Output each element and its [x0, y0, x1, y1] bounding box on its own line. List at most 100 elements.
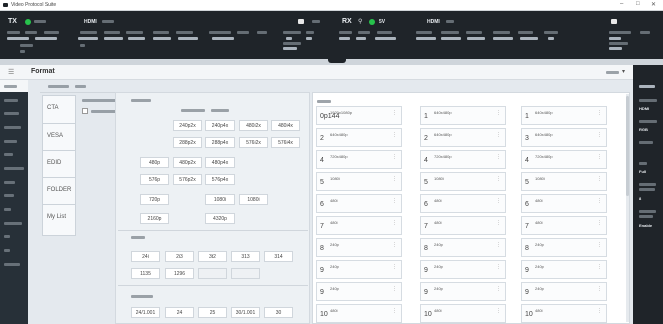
res-button[interactable]: 480i4x [271, 120, 300, 131]
more-icon[interactable]: ⋮ [392, 242, 397, 248]
res-button[interactable]: 480i2x [239, 120, 268, 131]
nav-item[interactable] [0, 176, 28, 188]
res-button[interactable]: 576p [140, 174, 169, 185]
res-button[interactable]: 576p4x [205, 174, 235, 185]
more-icon[interactable]: ⋮ [597, 110, 602, 116]
more-icon[interactable]: ⋮ [496, 220, 501, 226]
timing-card[interactable]: 5 1080i ⋮ [316, 172, 402, 191]
opt-button[interactable]: 3t2 [198, 251, 227, 262]
nav-item[interactable] [0, 230, 28, 242]
opt-button[interactable]: 1135 [131, 268, 160, 279]
timing-card[interactable]: 6 480i ⋮ [420, 194, 506, 213]
timing-card[interactable]: 5 1080i ⋮ [420, 172, 506, 191]
timing-card[interactable]: 9 240p ⋮ [521, 282, 607, 301]
rate-button[interactable]: 25 [198, 307, 227, 318]
timing-card[interactable]: 7 480i ⋮ [521, 216, 607, 235]
more-icon[interactable]: ⋮ [392, 176, 397, 182]
chevron-down-icon[interactable]: ▾ [622, 68, 625, 75]
timing-card[interactable]: 9 240p ⋮ [420, 260, 506, 279]
more-icon[interactable]: ⋮ [392, 308, 397, 314]
timing-card[interactable]: 0p144 1920x1080p ⋮ [316, 106, 402, 125]
more-icon[interactable]: ⋮ [496, 286, 501, 292]
more-icon[interactable]: ⋮ [597, 198, 602, 204]
timing-card[interactable]: 5 1080i ⋮ [521, 172, 607, 191]
timing-card[interactable]: 7 480i ⋮ [316, 216, 402, 235]
opt-button[interactable]: 313 [231, 251, 260, 262]
checkbox[interactable] [82, 108, 88, 114]
nav-item[interactable] [0, 94, 28, 106]
minimize-button[interactable]: – [620, 1, 623, 7]
timing-card[interactable]: 8 240p ⋮ [521, 238, 607, 257]
more-icon[interactable]: ⋮ [392, 154, 397, 160]
more-icon[interactable]: ⋮ [392, 132, 397, 138]
more-icon[interactable]: ⋮ [597, 132, 602, 138]
more-icon[interactable]: ⋮ [392, 110, 397, 116]
more-icon[interactable]: ⋮ [597, 264, 602, 270]
more-icon[interactable]: ⋮ [392, 220, 397, 226]
timing-card[interactable]: 9 240p ⋮ [521, 260, 607, 279]
timing-card[interactable]: 10 480i ⋮ [521, 304, 607, 323]
more-icon[interactable]: ⋮ [392, 264, 397, 270]
res-button[interactable]: 240p4x [205, 120, 235, 131]
timing-card[interactable]: 2 640x480p ⋮ [316, 128, 402, 147]
more-icon[interactable]: ⋮ [496, 132, 501, 138]
timing-card[interactable]: 6 480i ⋮ [521, 194, 607, 213]
res-button[interactable]: 1080i [205, 194, 235, 205]
res-button[interactable]: 576i2x [239, 137, 268, 148]
nav-item[interactable] [0, 217, 28, 229]
res-button[interactable]: 2160p [140, 213, 169, 224]
vtab-my-list[interactable]: My List [42, 204, 76, 236]
timing-card[interactable]: 4 720x480p ⋮ [420, 150, 506, 169]
timing-card[interactable]: 10 480i ⋮ [420, 304, 506, 323]
more-icon[interactable]: ⋮ [597, 176, 602, 182]
subtab[interactable] [75, 85, 86, 88]
timing-card[interactable]: 9 240p ⋮ [316, 282, 402, 301]
nav-item[interactable] [0, 258, 28, 270]
maximize-button[interactable]: □ [636, 1, 640, 7]
more-icon[interactable]: ⋮ [496, 242, 501, 248]
rate-button[interactable]: 24 [165, 307, 194, 318]
more-icon[interactable]: ⋮ [392, 198, 397, 204]
timing-card[interactable]: 9 240p ⋮ [316, 260, 402, 279]
nav-item[interactable] [0, 203, 28, 215]
opt-button[interactable]: 1296 [165, 268, 194, 279]
res-button[interactable]: 576i4x [271, 137, 300, 148]
res-button[interactable]: 720p [140, 194, 169, 205]
nav-item[interactable] [0, 189, 28, 201]
timing-card[interactable]: 10 480i ⋮ [316, 304, 402, 323]
collapse-handle[interactable] [328, 57, 346, 63]
nav-item[interactable] [0, 148, 28, 160]
timing-card[interactable]: 7 480i ⋮ [420, 216, 506, 235]
nav-item-format[interactable] [0, 80, 28, 92]
nav-item[interactable] [0, 107, 28, 119]
res-button[interactable]: 480p [140, 157, 169, 168]
more-icon[interactable]: ⋮ [597, 286, 602, 292]
timing-card[interactable]: 4 720x480p ⋮ [521, 150, 607, 169]
nav-item[interactable] [0, 244, 28, 256]
res-button[interactable]: 4320p [205, 213, 235, 224]
rate-button[interactable]: 24/1.001 [131, 307, 160, 318]
res-button[interactable]: 480p4x [205, 157, 235, 168]
timing-card[interactable]: 4 720x480p ⋮ [316, 150, 402, 169]
close-button[interactable]: ✕ [651, 1, 656, 8]
more-icon[interactable]: ⋮ [496, 154, 501, 160]
menu-icon[interactable]: ☰ [8, 68, 14, 76]
timing-card[interactable]: 8 240p ⋮ [316, 238, 402, 257]
subtab[interactable] [48, 85, 69, 88]
nav-item[interactable] [0, 162, 28, 174]
timing-card[interactable]: 9 240p ⋮ [420, 282, 506, 301]
more-icon[interactable]: ⋮ [496, 264, 501, 270]
opt-button[interactable]: 24i [131, 251, 160, 262]
timing-card[interactable]: 8 240p ⋮ [420, 238, 506, 257]
opt-button[interactable]: 2i3 [165, 251, 194, 262]
more-icon[interactable]: ⋮ [496, 308, 501, 314]
more-icon[interactable]: ⋮ [496, 198, 501, 204]
scrollbar-thumb[interactable] [626, 96, 629, 196]
timing-card[interactable]: 3 640x480p ⋮ [521, 128, 607, 147]
res-button[interactable]: 288p2x [173, 137, 202, 148]
timing-card[interactable]: 6 480i ⋮ [316, 194, 402, 213]
more-icon[interactable]: ⋮ [597, 154, 602, 160]
res-button[interactable]: 288p4x [205, 137, 235, 148]
more-icon[interactable]: ⋮ [496, 110, 501, 116]
timing-card[interactable]: 2 640x480p ⋮ [420, 128, 506, 147]
